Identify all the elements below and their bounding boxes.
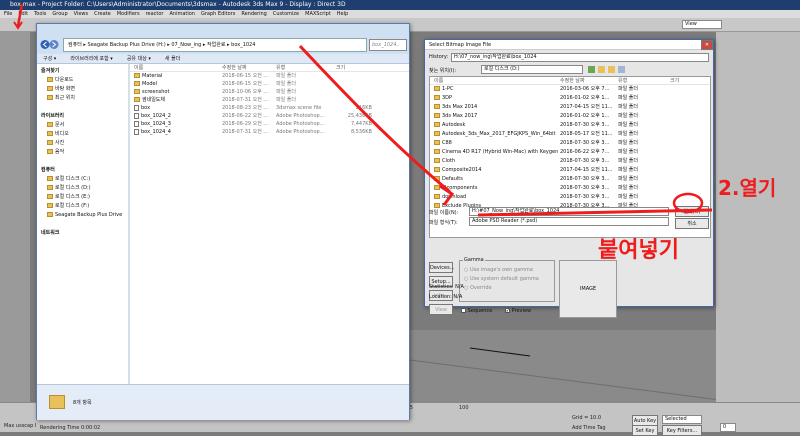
open-step-annotation: 2.열기 (718, 176, 777, 200)
paste-annotation: 붙여넣기 (598, 238, 679, 263)
annotation-arrows (13, 3, 713, 217)
